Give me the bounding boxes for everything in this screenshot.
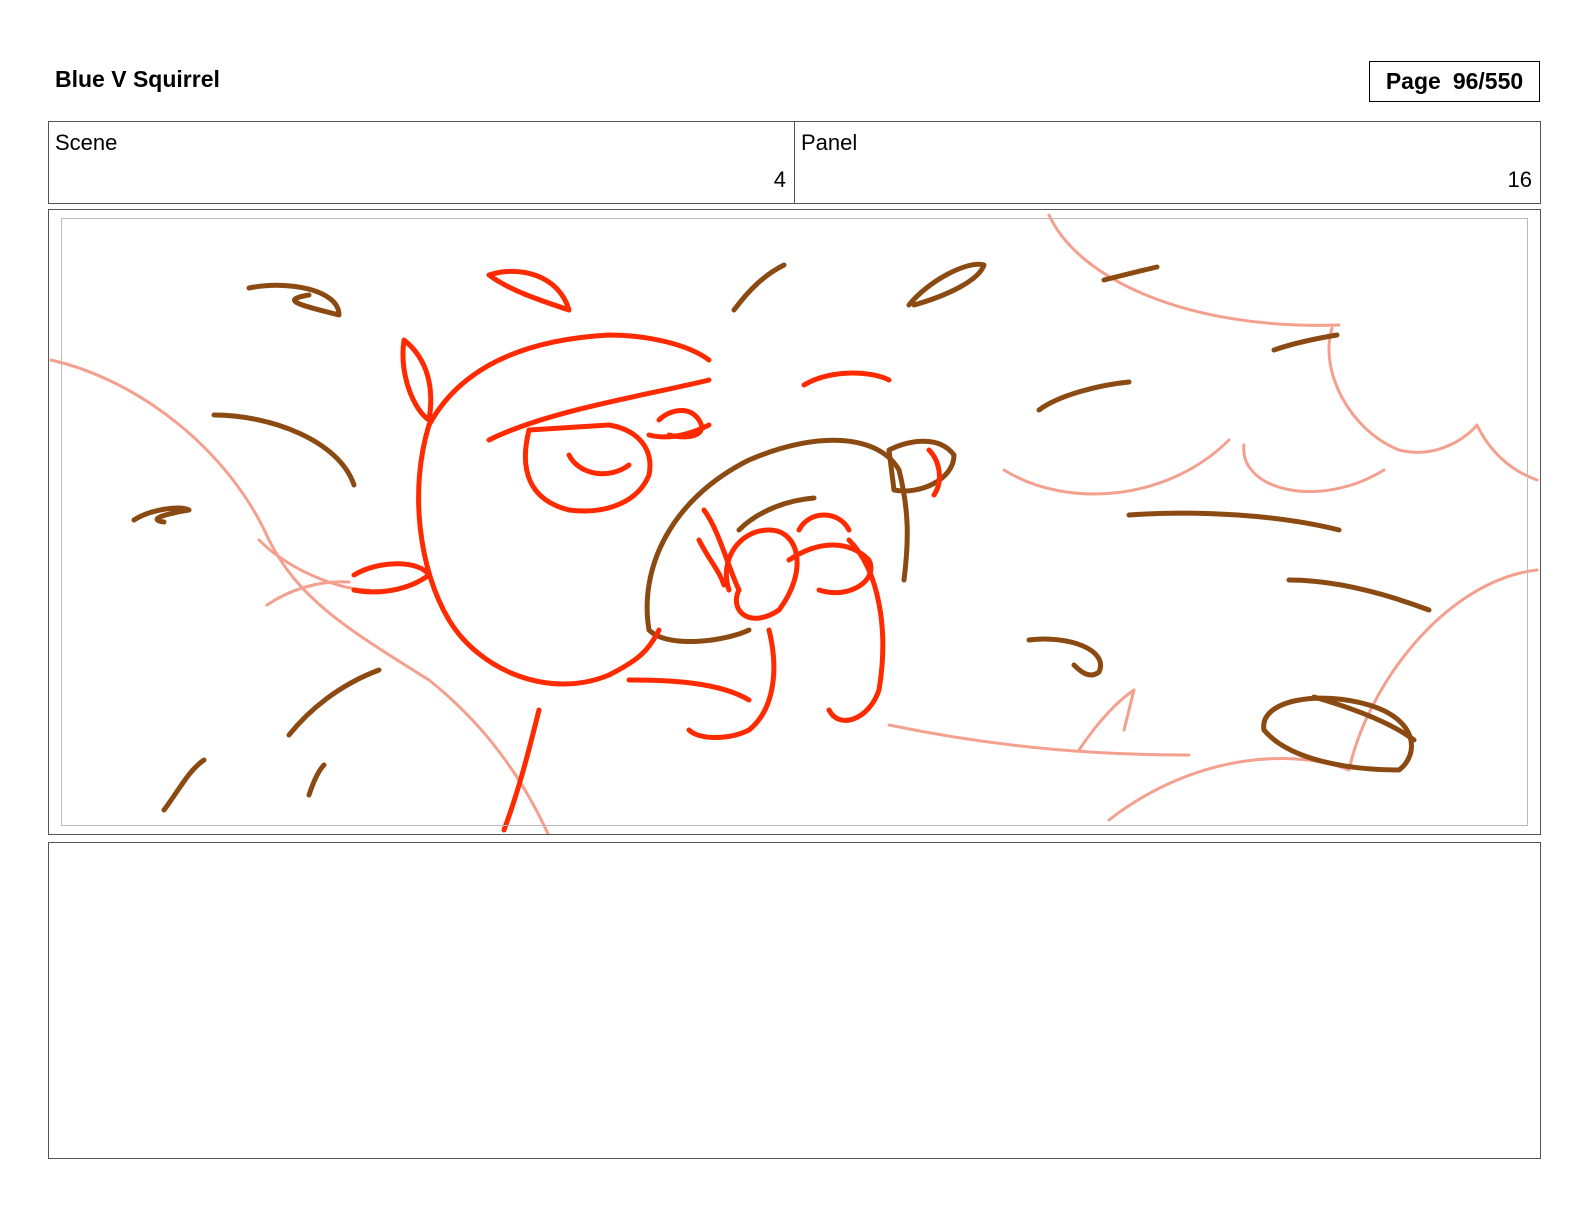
scene-value: 4 (773, 167, 786, 192)
page-label: Page (1385, 68, 1441, 94)
page-number: 96/550 (1452, 68, 1524, 94)
storyboard-frame (48, 209, 1541, 835)
panel-value: 16 (1507, 167, 1532, 192)
notes-box (48, 842, 1541, 1159)
panel-cell: Panel 16 (794, 122, 1540, 203)
scene-panel-info: Scene 4 Panel 16 (48, 121, 1541, 204)
scene-cell: Scene 4 (49, 122, 794, 203)
scene-label: Scene (55, 130, 118, 155)
frame-safe-area (61, 218, 1528, 826)
doc-title: Blue V Squirrel (55, 66, 220, 92)
page-indicator: Page 96/550 (1369, 61, 1540, 102)
panel-label: Panel (801, 130, 858, 155)
